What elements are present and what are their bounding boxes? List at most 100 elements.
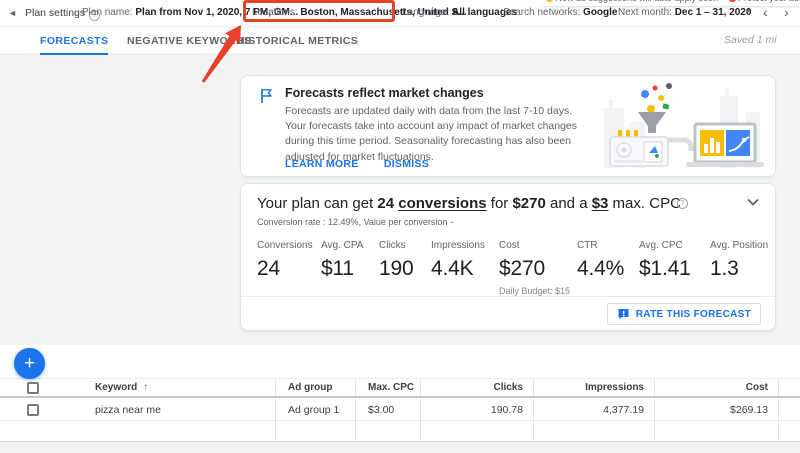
headline-text: and a bbox=[545, 195, 592, 212]
metric-label: Avg. CPA bbox=[321, 240, 364, 251]
google-ads-keyword-plan-page: ◄ Plan settings i Plan name: Plan from No… bbox=[0, 0, 800, 453]
metrics-row: Conversions 24 Avg. CPA $11 Clicks 190 I… bbox=[257, 240, 780, 299]
column-header-ad-group[interactable]: Ad group bbox=[275, 379, 355, 396]
language-field[interactable]: Language: All languages bbox=[402, 7, 517, 18]
notification-bar: New ad suggestions will auto-apply soon … bbox=[542, 0, 800, 6]
cell-max-cpc[interactable]: $3.00 bbox=[355, 400, 420, 420]
table-row: pizza near me Ad group 1 $3.00 190.78 4,… bbox=[0, 400, 800, 421]
column-header-spacer bbox=[778, 379, 800, 396]
date-range-label: Next month: bbox=[618, 7, 672, 18]
tab-negative-keywords[interactable]: NEGATIVE KEYWORDS bbox=[127, 27, 251, 55]
forecast-illustration bbox=[604, 83, 764, 168]
plan-name-label: Plan name: bbox=[82, 7, 133, 18]
headline-conversions-count: 24 bbox=[377, 195, 399, 212]
main-content: Forecasts reflect market changes Forecas… bbox=[0, 55, 800, 345]
rate-forecast-button[interactable]: RATE THIS FORECAST bbox=[606, 303, 761, 325]
metric-avg-cpc: Avg. CPC $1.41 bbox=[639, 240, 710, 299]
card-footer: RATE THIS FORECAST bbox=[241, 296, 775, 330]
cell-spacer bbox=[778, 400, 800, 420]
help-icon[interactable]: ? bbox=[677, 198, 688, 209]
forecast-summary-card: Your plan can get 24 conversions for $27… bbox=[240, 183, 776, 331]
metric-value: 4.4% bbox=[577, 257, 625, 280]
locations-label: Locations: bbox=[252, 7, 298, 18]
metric-conversions: Conversions 24 bbox=[257, 240, 321, 299]
conversion-rate-line: Conversion rate : 12.49%, Value per conv… bbox=[257, 217, 453, 227]
headline-max-cpc: $3 bbox=[591, 195, 609, 212]
metric-label: CTR bbox=[577, 240, 598, 251]
column-label: Keyword bbox=[95, 382, 138, 393]
learn-more-link[interactable]: LEARN MORE bbox=[285, 158, 359, 170]
rate-forecast-label: RATE THIS FORECAST bbox=[635, 308, 751, 320]
next-period-icon[interactable]: › bbox=[784, 4, 789, 20]
cell-clicks: 190.78 bbox=[420, 400, 533, 420]
date-range-value: Dec 1 – 31, 2020 bbox=[674, 7, 752, 18]
metric-value: $270 bbox=[499, 257, 545, 280]
lightbulb-icon bbox=[546, 0, 553, 2]
headline-conversions-word: conversions bbox=[398, 195, 487, 212]
info-card-body: Forecasts are updated daily with data fr… bbox=[285, 105, 578, 163]
info-card-links: LEARN MORE DISMISS bbox=[285, 158, 451, 170]
bottom-strip bbox=[0, 441, 800, 453]
tab-bar: FORECASTS NEGATIVE KEYWORDS HISTORICAL M… bbox=[0, 27, 800, 55]
collapse-chevron-icon[interactable] bbox=[747, 198, 759, 206]
tab-historical-metrics[interactable]: HISTORICAL METRICS bbox=[237, 27, 358, 55]
forecast-headline: Your plan can get 24 conversions for $27… bbox=[257, 195, 681, 212]
column-header-cost[interactable]: Cost bbox=[654, 379, 778, 396]
notification-text: New ad suggestions will auto-apply soon … bbox=[546, 0, 800, 3]
back-icon[interactable]: ◄ bbox=[8, 8, 18, 18]
forecast-info-card: Forecasts reflect market changes Forecas… bbox=[240, 75, 776, 177]
metric-label: Avg. Position bbox=[710, 240, 769, 251]
sort-ascending-icon: ↑ bbox=[143, 382, 149, 393]
metric-clicks: Clicks 190 bbox=[379, 240, 431, 299]
plan-settings-text: Plan settings bbox=[25, 7, 86, 19]
metric-value: 190 bbox=[379, 257, 414, 280]
dismiss-link[interactable]: DISMISS bbox=[384, 158, 429, 170]
saved-status: Saved 1 mi bbox=[724, 34, 777, 46]
prev-period-icon[interactable]: ‹ bbox=[763, 4, 768, 20]
cell-ad-group: Ad group 1 bbox=[275, 400, 355, 420]
metric-value: $1.41 bbox=[639, 257, 691, 280]
table-empty-row bbox=[0, 421, 800, 441]
cell-keyword: pizza near me bbox=[95, 404, 161, 416]
metric-label: Impressions bbox=[431, 240, 485, 251]
notification-protect: Protect your account from... bbox=[738, 0, 800, 3]
tab-forecasts[interactable]: FORECASTS bbox=[40, 27, 109, 55]
search-networks-label: Search networks: bbox=[503, 7, 581, 18]
column-header-max-cpc[interactable]: Max. CPC bbox=[355, 379, 420, 396]
headline-cost: $270 bbox=[512, 195, 546, 212]
metric-avg-cpa: Avg. CPA $11 bbox=[321, 240, 379, 299]
metric-avg-position: Avg. Position 1.3 bbox=[710, 240, 780, 299]
metric-value: 1.3 bbox=[710, 257, 739, 280]
metric-cost: Cost $270 Daily Budget: $15 bbox=[499, 240, 577, 299]
column-header-clicks[interactable]: Clicks bbox=[420, 379, 533, 396]
notification-suggestion: New ad suggestions will auto-apply soon bbox=[556, 0, 719, 3]
metric-value: 24 bbox=[257, 257, 280, 280]
chevron-down-icon[interactable]: ▼ bbox=[745, 9, 751, 15]
metric-label: Conversions bbox=[257, 240, 313, 251]
date-range-field[interactable]: Next month: Dec 1 – 31, 2020 bbox=[618, 7, 751, 18]
headline-text: for bbox=[486, 195, 513, 212]
keywords-table-section: + Keyword ↑ Ad group Max. CPC Clicks Imp… bbox=[0, 345, 800, 453]
search-networks-field[interactable]: Search networks: Google bbox=[503, 7, 618, 18]
metric-impressions: Impressions 4.4K bbox=[431, 240, 499, 299]
shield-icon bbox=[728, 0, 736, 2]
column-header-impressions[interactable]: Impressions bbox=[533, 379, 654, 396]
feedback-icon bbox=[618, 308, 629, 319]
select-all-checkbox[interactable] bbox=[27, 381, 39, 394]
info-card-title: Forecasts reflect market changes bbox=[285, 86, 484, 100]
metric-label: Avg. CPC bbox=[639, 240, 683, 251]
headline-text: max. CPC bbox=[608, 195, 681, 212]
row-checkbox[interactable] bbox=[27, 404, 39, 416]
metric-label: Clicks bbox=[379, 240, 406, 251]
headline-text: Your plan can get bbox=[257, 195, 378, 212]
metric-ctr: CTR 4.4% bbox=[577, 240, 639, 299]
metric-value: 4.4K bbox=[431, 257, 474, 280]
column-header-keyword[interactable]: Keyword ↑ bbox=[75, 379, 275, 396]
metric-label: Cost bbox=[499, 240, 520, 251]
language-label: Language: bbox=[402, 7, 450, 18]
metric-value: $11 bbox=[321, 257, 354, 280]
add-keyword-button[interactable]: + bbox=[14, 348, 45, 379]
flag-icon bbox=[261, 89, 272, 103]
cell-impressions: 4,377.19 bbox=[533, 400, 654, 420]
search-networks-value: Google bbox=[583, 7, 618, 18]
